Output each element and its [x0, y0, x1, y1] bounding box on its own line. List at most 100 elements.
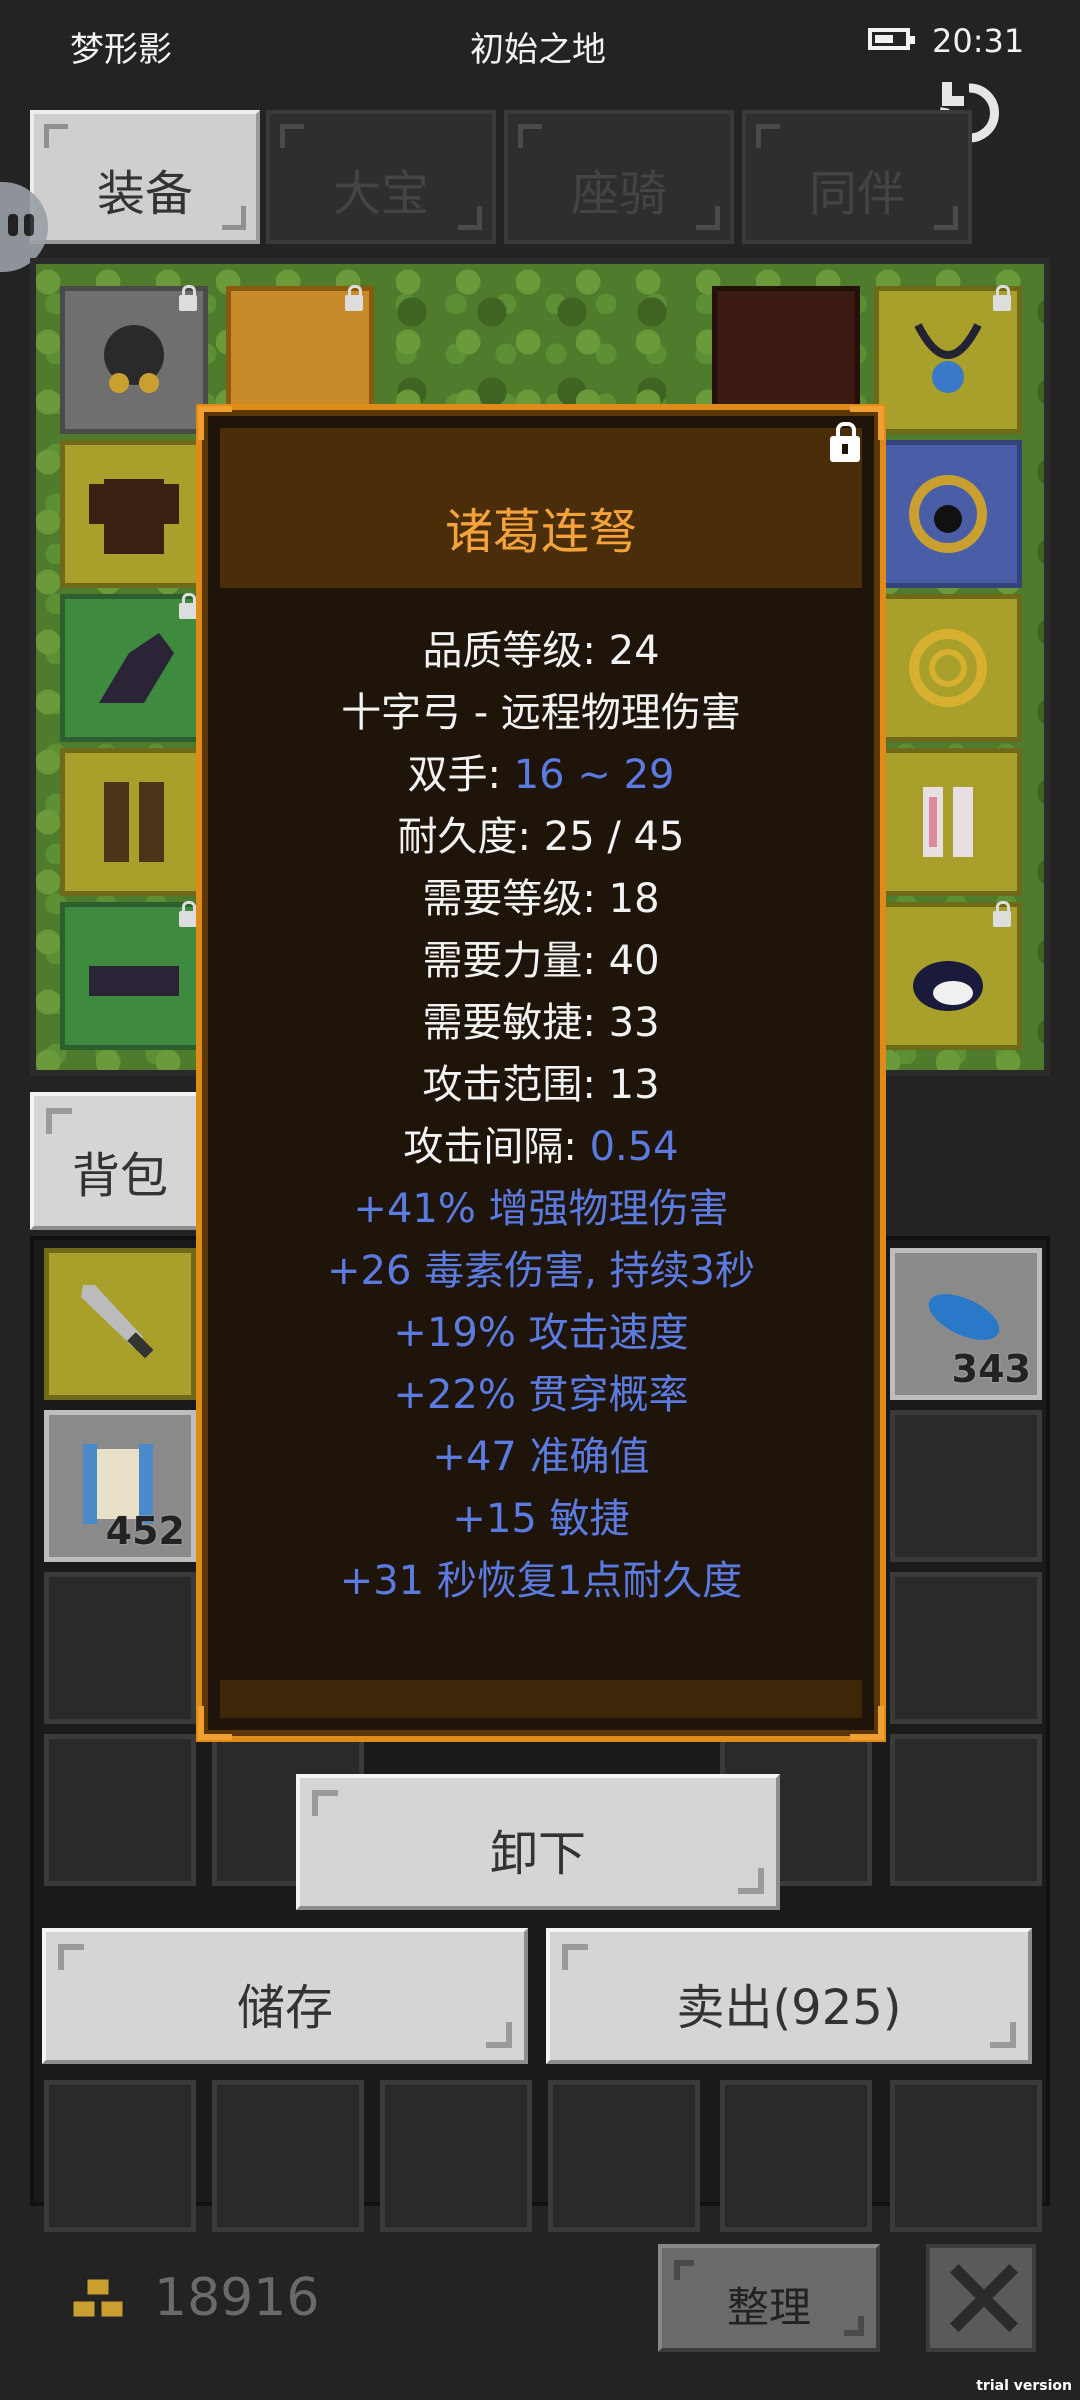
ring-icon — [909, 475, 987, 553]
affix-line: +31 秒恢复1点耐久度 — [339, 1558, 743, 1604]
stat-value: 13 — [608, 1062, 660, 1108]
ring-icon — [909, 629, 987, 707]
status-bar: 梦形影 初始之地 20:31 — [0, 0, 1080, 90]
lock-icon — [179, 901, 197, 927]
stat-line: 十字弓 - 远程物理伤害 — [202, 680, 880, 738]
item-tooltip: 诸葛连弩 品质等级: 24 十字弓 - 远程物理伤害 双手: 16 ~ 29 耐久度:… — [196, 404, 886, 1742]
tab-backpack[interactable]: 背包 — [30, 1092, 210, 1230]
stat-line: 品质等级: 24 — [202, 618, 880, 676]
player-name: 梦形影 — [70, 30, 172, 70]
amulet-icon — [914, 323, 982, 393]
equip-slot-armor[interactable] — [60, 440, 208, 588]
stat-line: 需要敏捷: 33 — [202, 990, 880, 1048]
lock-icon — [345, 285, 363, 311]
backpack-slot[interactable] — [548, 2080, 700, 2232]
tab-treasure[interactable]: 大宝 — [266, 110, 496, 244]
sort-button[interactable]: 整理 — [658, 2244, 880, 2352]
lock-icon — [179, 285, 197, 311]
stat-label: 需要等级: — [422, 876, 609, 922]
battery-icon — [868, 28, 915, 50]
tooltip-footer — [220, 1680, 862, 1718]
tab-label: 大宝 — [332, 166, 429, 222]
stat-label: 需要敏捷: — [422, 1000, 609, 1046]
close-button[interactable] — [926, 2244, 1036, 2352]
stat-line: 耐久度: 25 / 45 — [202, 804, 880, 862]
stat-label: 十字弓 - 远程物理伤害 — [341, 690, 741, 736]
sell-button[interactable]: 卖出(925) — [546, 1928, 1032, 2064]
equip-slot-ring-1[interactable] — [874, 440, 1022, 588]
lock-icon — [179, 593, 197, 619]
stat-line: 攻击间隔: 0.54 — [202, 1114, 880, 1172]
backpack-slot[interactable] — [890, 1410, 1042, 1562]
tab-mount[interactable]: 座骑 — [504, 110, 734, 244]
backpack-slot[interactable] — [890, 2080, 1042, 2232]
item-count: 452 — [105, 1509, 185, 1553]
stat-label: 品质等级: — [422, 628, 609, 674]
lock-icon — [993, 285, 1011, 311]
rabbit-charm-icon — [923, 787, 973, 857]
unequip-label: 卸下 — [489, 1826, 586, 1882]
affix-line: +22% 贯穿概率 — [393, 1372, 689, 1418]
equip-slot-helmet[interactable] — [60, 285, 208, 434]
backpack-slot[interactable]: 343 — [890, 1248, 1042, 1400]
sort-label: 整理 — [726, 2283, 811, 2332]
backpack-slot[interactable] — [44, 2080, 196, 2232]
backpack-slot[interactable] — [44, 1734, 196, 1886]
bird-icon — [913, 961, 983, 1011]
backpack-slot[interactable] — [44, 1248, 196, 1400]
equip-slot-amulet[interactable] — [874, 285, 1022, 434]
watermark: trial version — [976, 2378, 1072, 2394]
stat-value: 0.54 — [589, 1124, 679, 1170]
clock: 20:31 — [932, 22, 1025, 60]
equip-slot-ring-2[interactable] — [874, 594, 1022, 742]
stat-value: 33 — [608, 1000, 660, 1046]
backpack-slot[interactable] — [890, 1572, 1042, 1724]
lock-icon[interactable] — [830, 422, 860, 462]
tab-label: 座骑 — [570, 166, 667, 222]
item-name: 诸葛连弩 — [444, 504, 637, 560]
stat-value: 24 — [608, 628, 660, 674]
equip-slot-belt[interactable] — [60, 901, 208, 1050]
backpack-slot[interactable] — [44, 1572, 196, 1724]
unequip-button[interactable]: 卸下 — [296, 1774, 780, 1910]
gloves-icon — [99, 633, 174, 703]
stat-line: 需要力量: 40 — [202, 928, 880, 986]
stat-value: 18 — [608, 876, 660, 922]
equip-slot-charm[interactable] — [874, 748, 1022, 896]
location-name: 初始之地 — [470, 30, 606, 70]
tab-label: 装备 — [96, 166, 193, 222]
stat-line: 双手: 16 ~ 29 — [202, 742, 880, 800]
store-button[interactable]: 储存 — [42, 1928, 528, 2064]
tab-companion[interactable]: 同伴 — [742, 110, 972, 244]
equip-slot-gloves[interactable] — [60, 593, 208, 742]
affix-line: +41% 增强物理伤害 — [353, 1186, 729, 1232]
backpack-slot[interactable] — [890, 1734, 1042, 1886]
item-count: 343 — [951, 1347, 1031, 1391]
tab-equipment[interactable]: 装备 — [30, 110, 260, 244]
stat-label: 攻击间隔: — [403, 1124, 590, 1170]
backpack-slot[interactable] — [380, 2080, 532, 2232]
store-label: 储存 — [236, 1980, 333, 2036]
stat-value: 16 ~ 29 — [513, 752, 675, 798]
stat-label: 双手: — [407, 752, 514, 798]
boots-icon — [104, 782, 164, 862]
equip-slot-boots[interactable] — [60, 748, 208, 896]
sword-icon — [81, 1285, 154, 1359]
affix-line: +26 毒素伤害, 持续3秒 — [326, 1248, 755, 1294]
stat-value: 40 — [608, 938, 660, 984]
gold-coin-icon — [70, 2276, 126, 2320]
affix-line: +19% 攻击速度 — [393, 1310, 689, 1356]
equip-slot-pet[interactable] — [874, 901, 1022, 1050]
belt-icon — [89, 966, 179, 996]
sell-label: 卖出(925) — [676, 1980, 902, 2036]
backpack-tab-label: 背包 — [71, 1148, 168, 1204]
tab-label: 同伴 — [808, 166, 905, 222]
stat-label: 攻击范围: — [422, 1062, 609, 1108]
stat-line: 攻击范围: 13 — [202, 1052, 880, 1110]
helmet-icon — [104, 325, 164, 393]
stat-label: 耐久度: — [397, 814, 544, 860]
backpack-slot[interactable]: 452 — [44, 1410, 196, 1562]
affix-line: +47 准确值 — [432, 1434, 650, 1480]
backpack-slot[interactable] — [212, 2080, 364, 2232]
backpack-slot[interactable] — [720, 2080, 872, 2232]
